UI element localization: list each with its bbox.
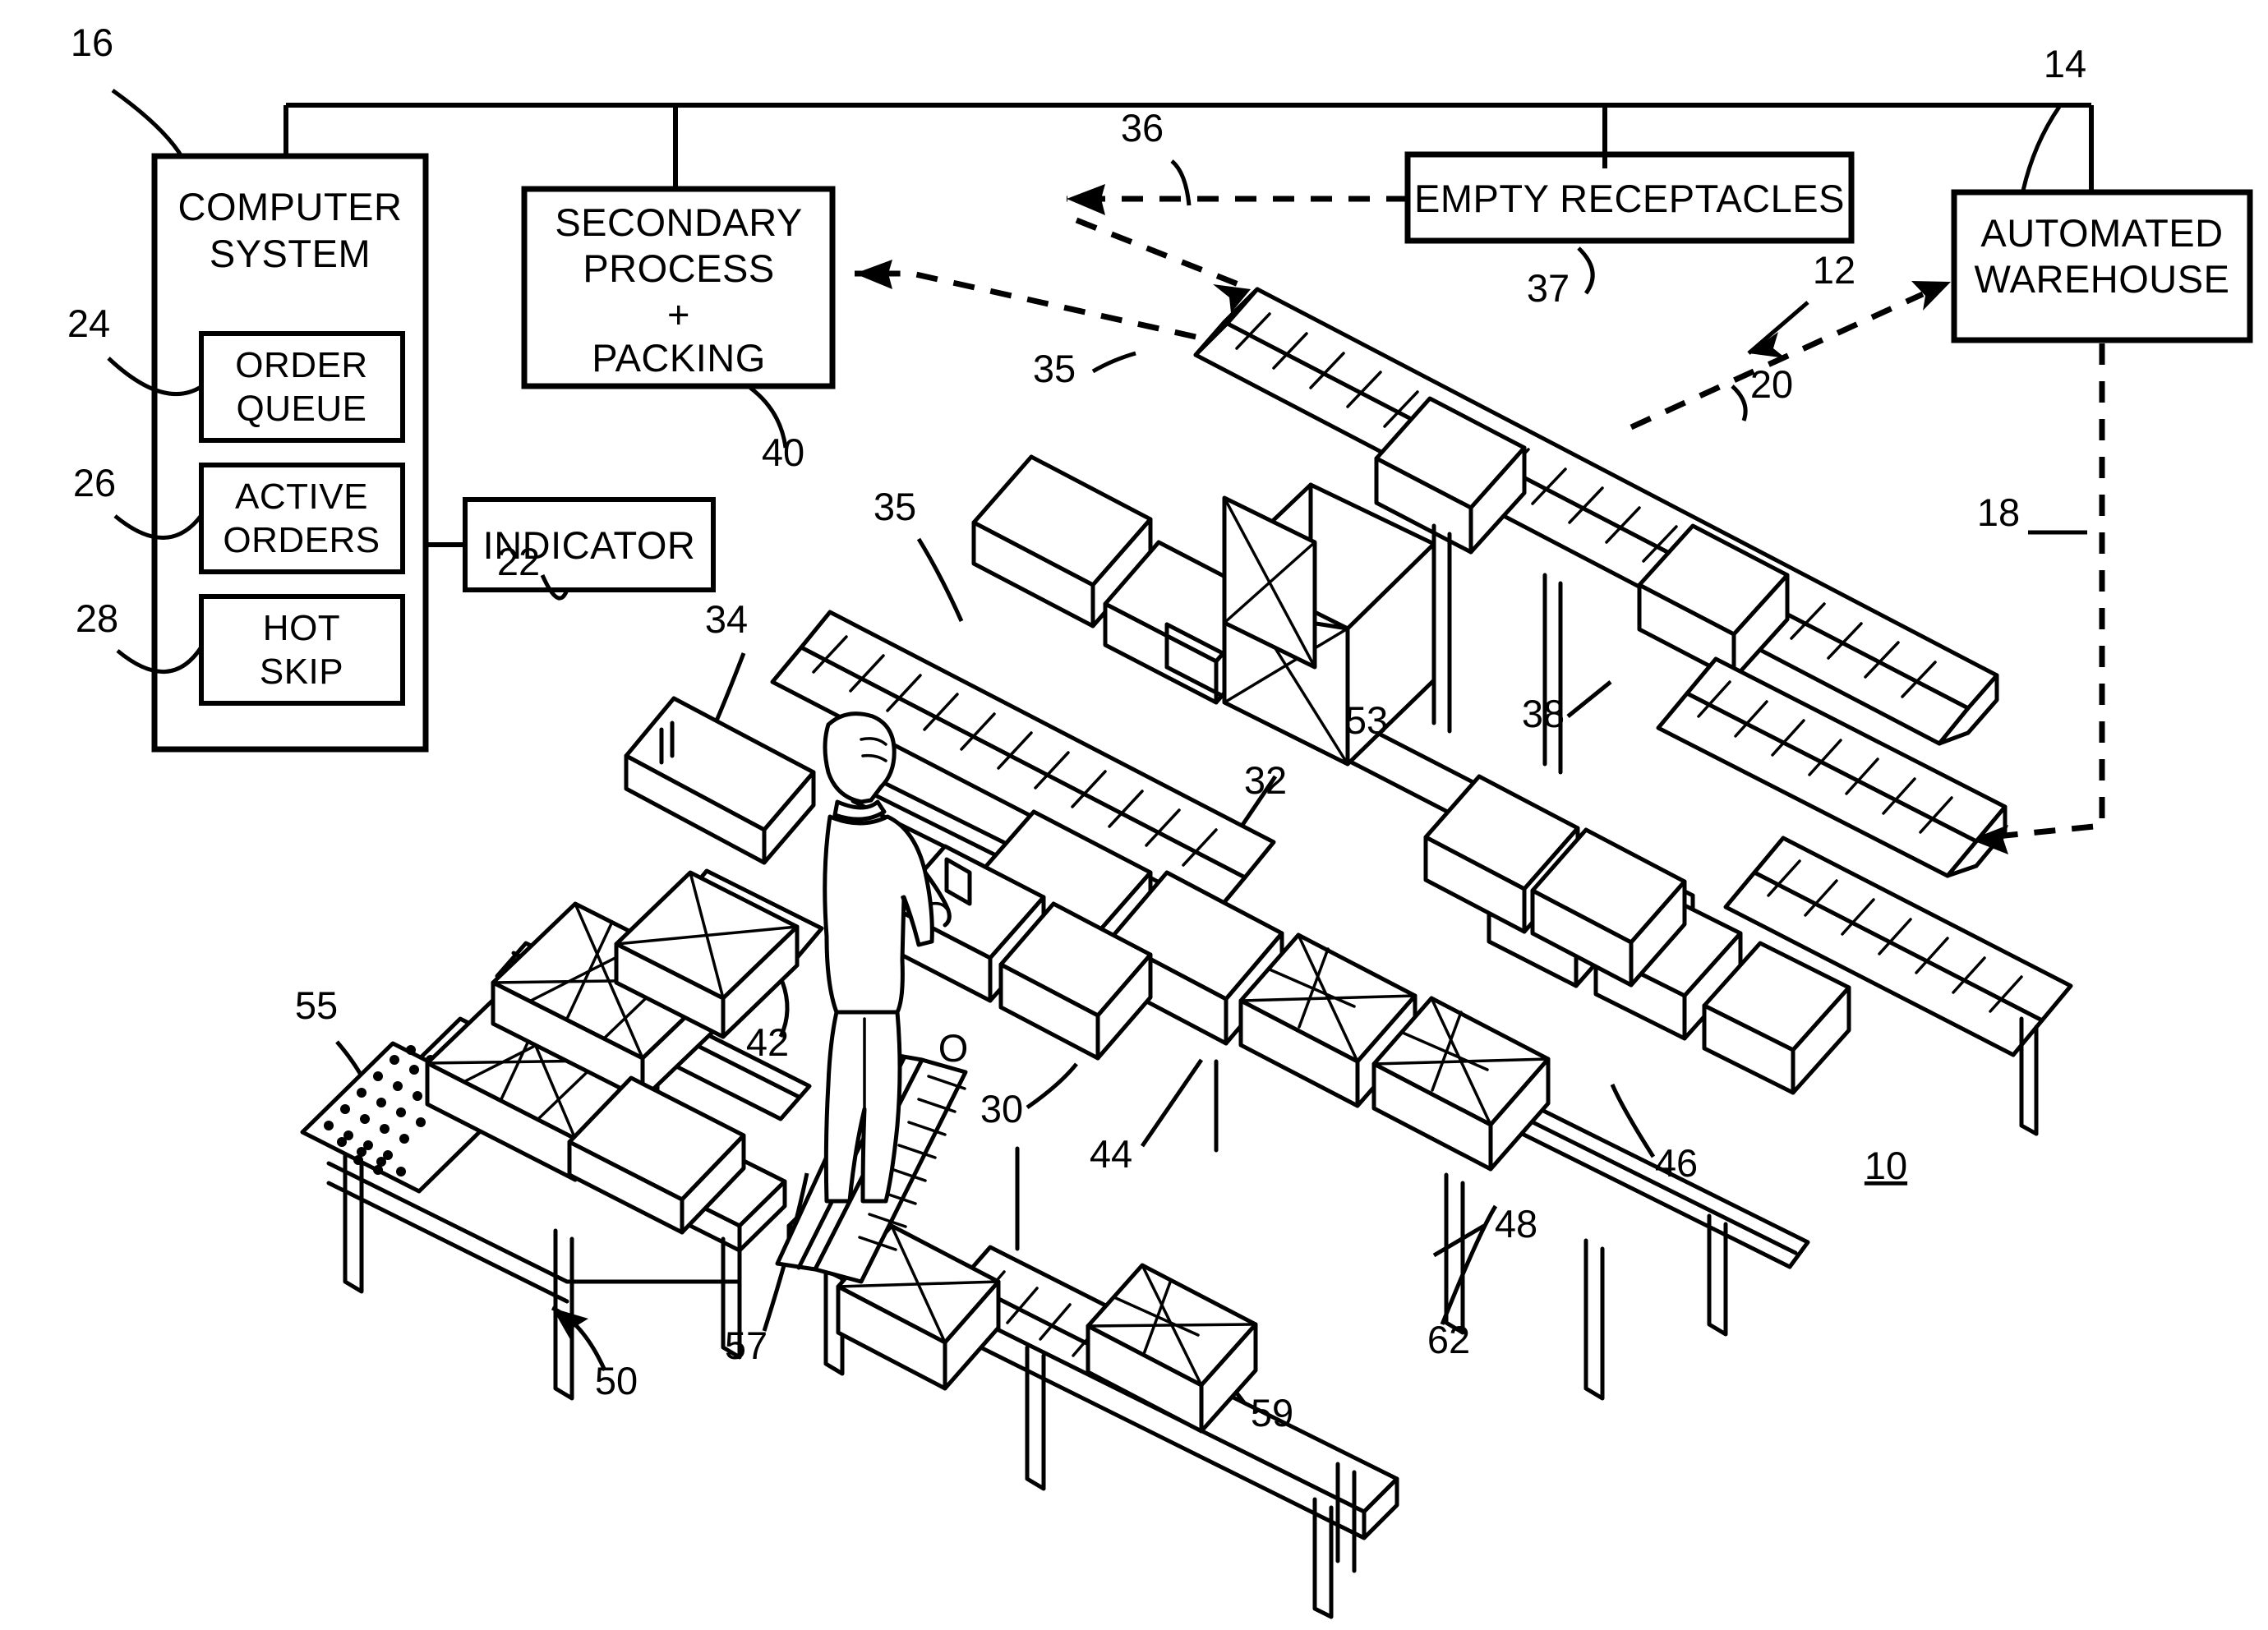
ref-44: 44 xyxy=(1090,1132,1132,1176)
secondary-process-label-2: PROCESS xyxy=(583,246,774,290)
ref-57: 57 xyxy=(725,1324,768,1367)
hot-skip-label-1: HOT xyxy=(263,608,340,648)
ref-38: 38 xyxy=(1522,692,1565,735)
ref-55: 55 xyxy=(295,983,338,1027)
ref-35-a: 35 xyxy=(1033,347,1076,390)
ref-36: 36 xyxy=(1121,106,1164,150)
ref-10: 10 xyxy=(1865,1144,1907,1187)
ref-22: 22 xyxy=(497,540,540,583)
arrowhead-secondary xyxy=(855,260,892,289)
active-orders-label-2: ORDERS xyxy=(223,520,380,560)
ref-16: 16 xyxy=(71,21,113,64)
ref-42: 42 xyxy=(746,1020,789,1064)
ref-18: 18 xyxy=(1977,490,2020,534)
hot-skip-label-2: SKIP xyxy=(260,652,343,692)
ref-40: 40 xyxy=(762,431,804,474)
secondary-process-label-3: + xyxy=(667,292,690,336)
order-queue-label-2: QUEUE xyxy=(237,389,367,429)
computer-system-label-1: COMPUTER xyxy=(178,185,403,228)
ref-48: 48 xyxy=(1495,1202,1537,1246)
active-orders-label-1: ACTIVE xyxy=(235,477,368,517)
ref-20: 20 xyxy=(1750,362,1793,406)
ref-35-b: 35 xyxy=(874,485,916,528)
ref-12: 12 xyxy=(1813,248,1855,292)
automated-warehouse-label-1: AUTOMATED xyxy=(1980,211,2223,255)
ref-24: 24 xyxy=(67,302,110,345)
ref-50: 50 xyxy=(595,1359,638,1402)
secondary-process-label-4: PACKING xyxy=(592,336,766,380)
ref-26: 26 xyxy=(73,461,116,504)
patent-figure-canvas: COMPUTER SYSTEM ORDER QUEUE ACTIVE ORDER… xyxy=(0,0,2268,1630)
ref-30: 30 xyxy=(980,1087,1023,1130)
ref-28: 28 xyxy=(76,596,118,640)
ref-37: 37 xyxy=(1527,266,1570,310)
ref-46: 46 xyxy=(1655,1141,1698,1185)
ref-62: 62 xyxy=(1427,1318,1470,1361)
ref-32: 32 xyxy=(1244,758,1287,802)
computer-system-label-2: SYSTEM xyxy=(210,232,371,275)
secondary-process-label-1: SECONDARY xyxy=(555,200,802,244)
operator-label-o: O xyxy=(938,1026,969,1070)
automated-warehouse-label-2: WAREHOUSE xyxy=(1975,257,2230,301)
ref-59: 59 xyxy=(1251,1391,1293,1434)
arrowhead-west xyxy=(1067,184,1105,215)
empty-receptacles-label: EMPTY RECEPTACLES xyxy=(1414,177,1845,220)
flow-empty-receptacles xyxy=(1067,159,1408,313)
order-queue-label-1: ORDER xyxy=(235,345,367,385)
ref-14: 14 xyxy=(2044,42,2086,85)
ref-34: 34 xyxy=(705,597,748,641)
ref-53: 53 xyxy=(1345,698,1388,742)
left-chute-34 xyxy=(624,696,816,865)
figure-svg: COMPUTER SYSTEM ORDER QUEUE ACTIVE ORDER… xyxy=(67,21,2253,1619)
flow-from-warehouse xyxy=(1971,343,2105,854)
